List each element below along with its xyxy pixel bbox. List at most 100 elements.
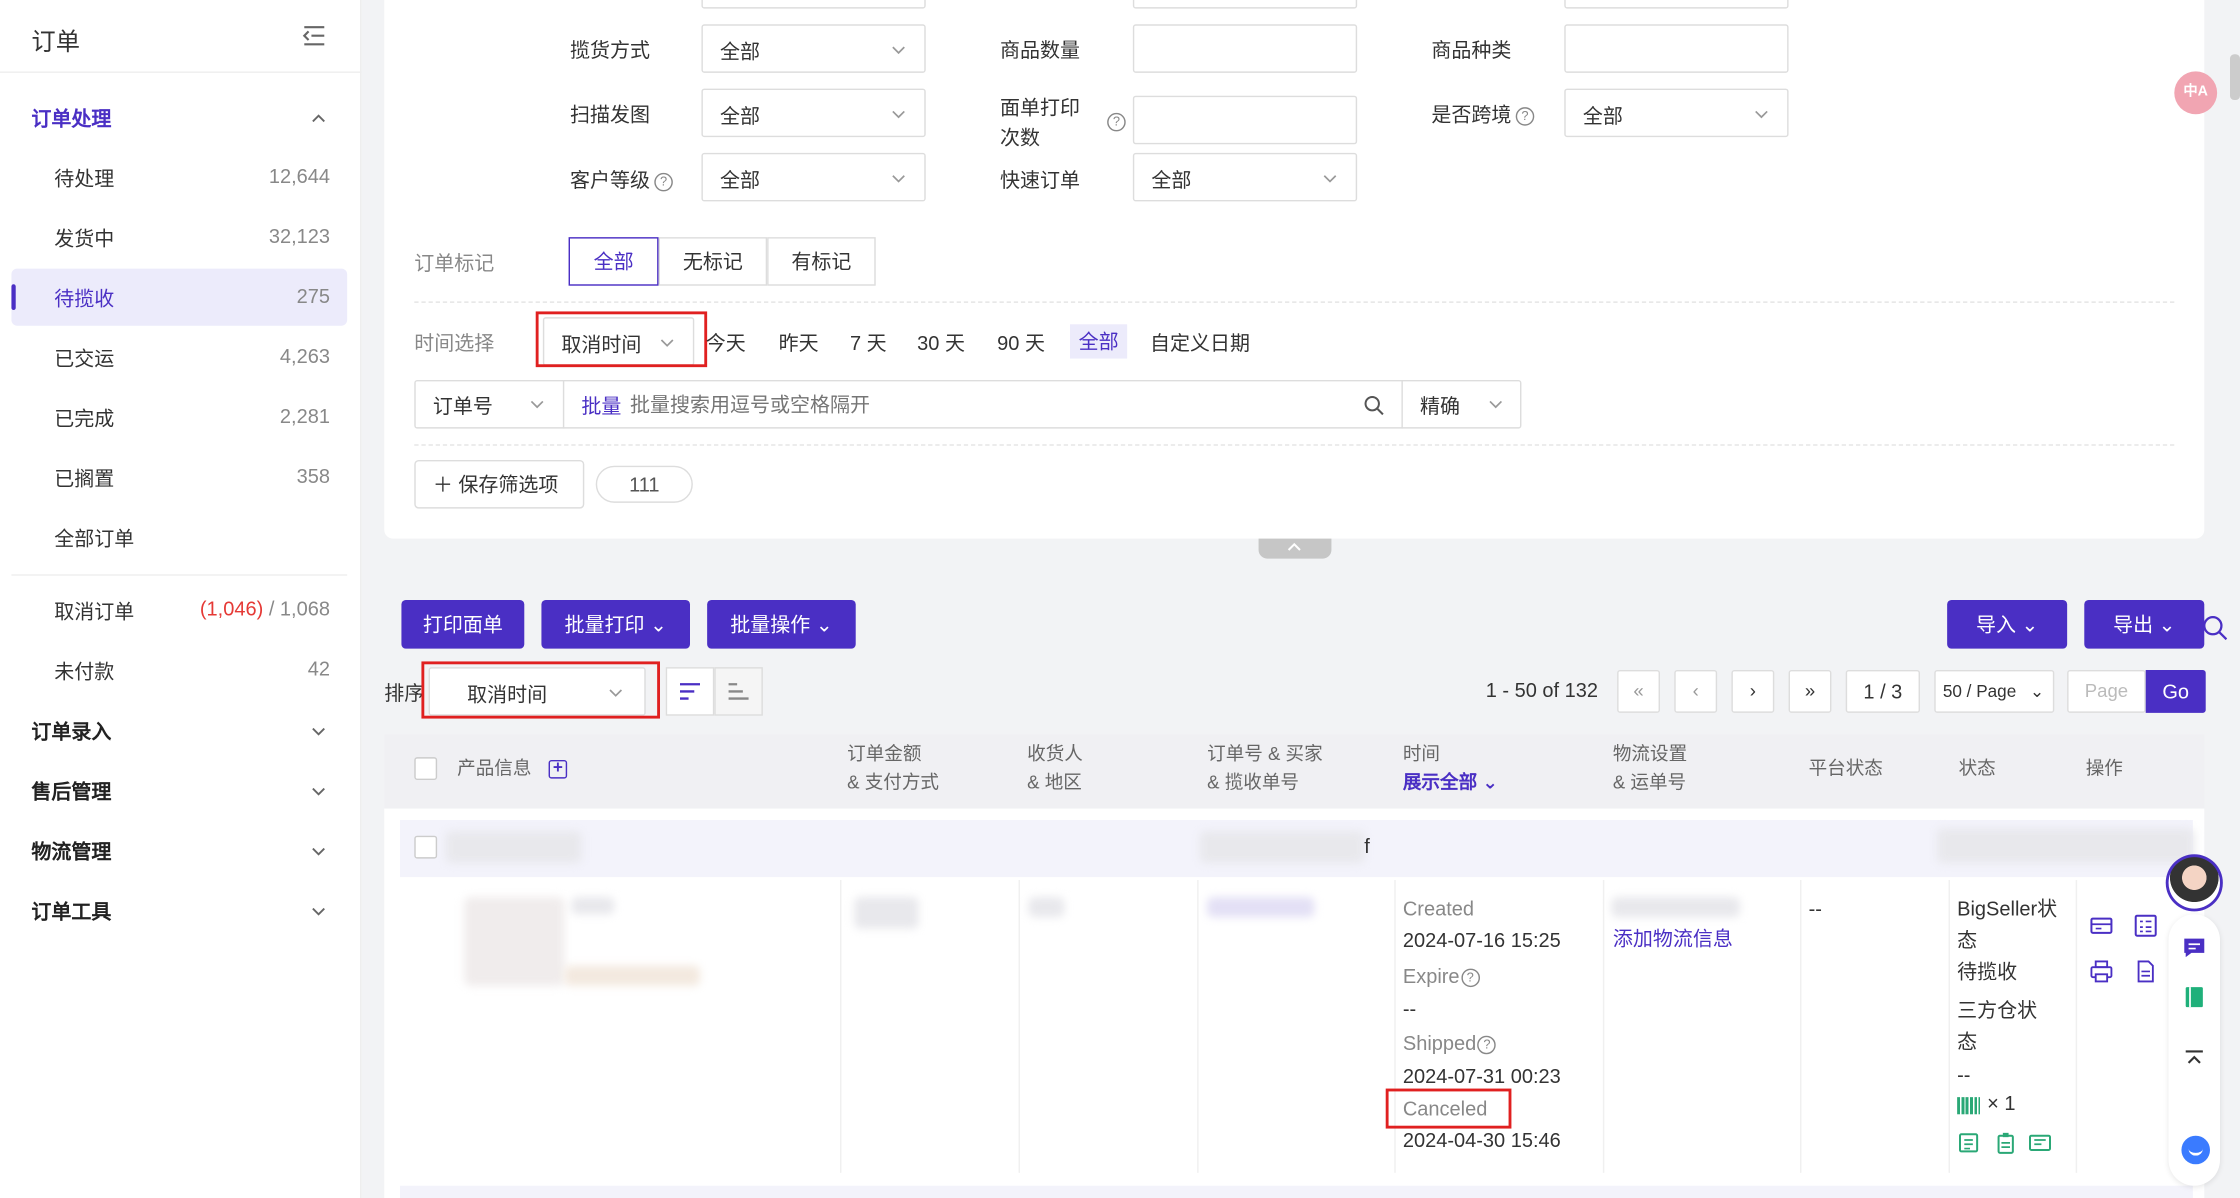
help-icon[interactable]: ? [654,172,673,192]
sidebar-item-canceled[interactable]: 取消订单 (1,046) / 1,068 [11,581,347,638]
first-page-button[interactable]: « [1617,669,1660,713]
clipboard-icon[interactable] [1994,1131,2017,1154]
translate-icon[interactable]: 中A [2174,71,2218,115]
collapse-panel-handle[interactable] [1258,538,1332,559]
time-chip-7d[interactable]: 7 天 [850,329,887,358]
chevron-down-icon[interactable] [310,723,327,740]
sidebar-group-aftersale[interactable]: 售后管理 [31,777,111,806]
order-mark-all[interactable]: 全部 [568,237,659,286]
show-all-link[interactable]: 展示全部 ⌄ [1403,769,1498,798]
created-label: Created [1402,897,1475,920]
batch-print-button[interactable]: 批量打印 ⌄ [541,599,690,649]
time-select-label: 时间选择 [414,331,495,355]
sidebar-group-logistics[interactable]: 物流管理 [31,837,111,866]
highlight-box [535,311,708,368]
export-button[interactable]: 导出 ⌄ [2084,599,2205,649]
sidebar-item-shipping[interactable]: 发货中 32,123 [11,209,347,266]
sidebar-item-on-hold[interactable]: 已搁置 358 [11,449,347,506]
chevron-down-icon [892,110,905,119]
sidebar-item-completed[interactable]: 已完成 2,281 [11,389,347,446]
time-chip-30d[interactable]: 30 天 [917,329,965,358]
time-chip-90d[interactable]: 90 天 [997,329,1045,358]
sidebar-item-awaiting-pickup[interactable]: 待揽收 275 [11,268,348,326]
checklist-icon[interactable] [2134,914,2157,937]
receipt-icon[interactable] [2028,1131,2052,1154]
select-all-checkbox[interactable] [414,757,438,780]
chevron-down-icon[interactable] [310,903,327,920]
sort-desc-button[interactable] [665,667,715,716]
book-icon[interactable] [2183,986,2206,1009]
support-avatar[interactable] [2165,854,2223,912]
printer-icon[interactable] [2090,960,2113,983]
pickup-method-select[interactable]: 全部 [701,24,926,73]
sidebar-group-order-tools[interactable]: 订单工具 [31,897,111,926]
time-chip-yesterday[interactable]: 昨天 [779,329,819,358]
sidebar-item-handed-over[interactable]: 已交运 4,263 [11,329,347,386]
sidebar-item-all-orders[interactable]: 全部订单 [11,509,347,566]
help-icon[interactable]: ? [1107,112,1126,132]
sidebar-group-order-processing[interactable]: 订单处理 [31,104,111,133]
card-icon[interactable] [2090,914,2113,937]
assistant-icon[interactable] [2181,1135,2210,1165]
chevron-down-icon [1755,110,1768,119]
help-icon[interactable]: ? [1477,1035,1497,1054]
batch-link[interactable]: 批量 [581,391,621,420]
save-filter-button[interactable]: ＋ 保存筛选项 [414,459,585,509]
item-qty-input[interactable] [1132,24,1358,73]
saved-filter-tag[interactable]: 111 [595,465,693,503]
import-button[interactable]: 导入 ⌄ [1947,599,2068,649]
match-mode-select[interactable]: 精确 [1401,379,1521,429]
print-count-input[interactable] [1132,95,1358,145]
divider [1799,879,1802,1173]
filter-input-partial[interactable] [1132,0,1358,9]
file-icon[interactable] [2134,960,2157,983]
search-icon[interactable] [2201,614,2228,640]
chevron-up-icon[interactable] [310,110,327,127]
header-logistics-sub: & 运单号 [1612,771,1687,793]
print-label-button[interactable]: 打印面单 [401,599,525,649]
sidebar-group-order-entry[interactable]: 订单录入 [31,717,111,746]
help-icon[interactable]: ? [1460,968,1480,987]
item-kinds-input[interactable] [1564,24,1789,73]
time-chip-all[interactable]: 全部 [1069,324,1128,359]
page-size-select[interactable]: 50 / Page ⌄ [1934,669,2055,713]
search-field-select[interactable]: 订单号 [414,379,565,429]
scrollbar[interactable] [2229,54,2240,100]
document-icon[interactable] [1957,1131,1980,1154]
item-qty-label: 商品数量 [999,38,1080,62]
batch-ops-button[interactable]: 批量操作 ⌄ [707,599,856,649]
sidebar-item-unpaid[interactable]: 未付款 42 [11,641,347,698]
chat-icon[interactable] [2183,936,2206,959]
time-chip-today[interactable]: 今天 [706,329,746,358]
collapse-menu-icon[interactable] [301,24,327,47]
chevron-down-icon[interactable] [310,783,327,800]
search-input[interactable] [629,382,1345,426]
cross-border-select[interactable]: 全部 [1564,88,1789,138]
prev-page-button[interactable]: ‹ [1674,669,1718,713]
search-icon[interactable] [1363,394,1384,416]
filter-input-partial[interactable] [1564,0,1789,9]
time-chip-custom-date[interactable]: 自定义日期 [1150,329,1250,358]
last-page-button[interactable]: » [1788,669,1832,713]
back-to-top-icon[interactable] [2183,1049,2206,1072]
page-jump-input[interactable]: Page [2067,669,2146,713]
shipped-label: Shipped? [1403,1027,1497,1060]
go-button[interactable]: Go [2145,669,2206,713]
next-page-button[interactable]: › [1731,669,1775,713]
sidebar: 订单 订单处理 待处理 12,644 发货中 32,123 待揽收 275 已交运 4,… [0,0,362,1198]
sidebar-item-pending[interactable]: 待处理 12,644 [11,149,347,206]
fast-order-select[interactable]: 全部 [1132,152,1358,202]
customer-level-select[interactable]: 全部 [701,152,926,202]
order-mark-none[interactable]: 无标记 [658,237,768,286]
filter-select-partial[interactable] [701,0,926,9]
expand-product-icon[interactable]: + [548,759,568,779]
add-logistics-link[interactable]: 添加物流信息 [1613,923,1733,956]
order-mark-marked[interactable]: 有标记 [767,237,876,286]
chevron-down-icon [530,400,544,409]
scan-image-select[interactable]: 全部 [701,88,926,138]
divider [1018,879,1020,1173]
help-icon[interactable]: ? [1515,106,1535,126]
row-checkbox[interactable] [414,835,438,859]
sort-asc-button[interactable] [714,667,763,716]
chevron-down-icon[interactable] [310,843,327,860]
